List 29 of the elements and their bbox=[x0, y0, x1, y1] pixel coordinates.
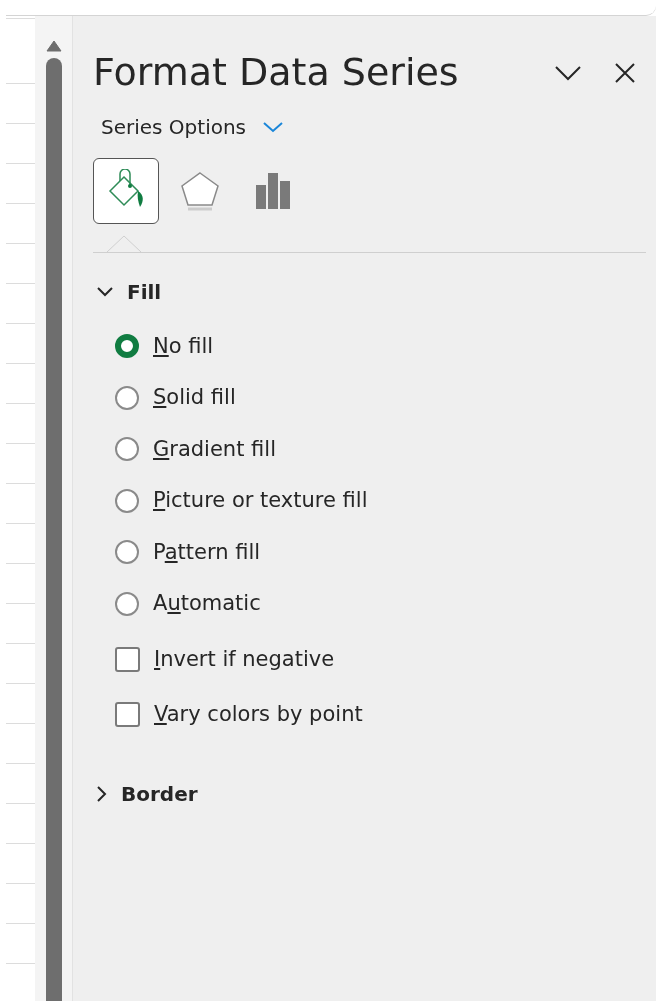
checkbox[interactable] bbox=[115, 702, 140, 728]
section-header[interactable]: Border bbox=[97, 778, 198, 809]
option-label: Automatic bbox=[153, 590, 261, 618]
chevron-right-icon bbox=[97, 785, 107, 802]
radio-button[interactable] bbox=[115, 540, 139, 565]
chevron-down-icon bbox=[554, 64, 582, 81]
radio-button[interactable] bbox=[115, 437, 139, 462]
option-label: Solid fill bbox=[153, 384, 236, 412]
scrollbar[interactable] bbox=[35, 16, 73, 1001]
pane-title: Format Data Series bbox=[93, 50, 459, 96]
chevron-down-icon bbox=[97, 286, 113, 297]
scrollbar-thumb[interactable] bbox=[45, 58, 62, 1001]
tab[interactable] bbox=[93, 157, 159, 224]
radio-button[interactable] bbox=[115, 334, 139, 359]
checkbox[interactable] bbox=[115, 646, 140, 672]
option-label: Invert if negative bbox=[154, 645, 335, 673]
radio-button[interactable] bbox=[115, 591, 139, 616]
option-label: Picture or texture fill bbox=[153, 487, 368, 515]
option-label: Pattern fill bbox=[153, 538, 261, 566]
close-icon bbox=[614, 61, 636, 84]
option-label: Vary colors by point bbox=[154, 701, 363, 729]
options-dropdown[interactable]: Series Options bbox=[101, 111, 247, 142]
option-label: Gradient fill bbox=[153, 435, 276, 463]
chevron-down-icon[interactable] bbox=[262, 120, 285, 133]
section-header[interactable]: Fill bbox=[97, 276, 162, 307]
option-label: No fill bbox=[153, 332, 214, 360]
scroll-up-icon[interactable] bbox=[45, 40, 62, 52]
radio-button[interactable] bbox=[115, 488, 139, 513]
radio-button[interactable] bbox=[115, 385, 139, 410]
